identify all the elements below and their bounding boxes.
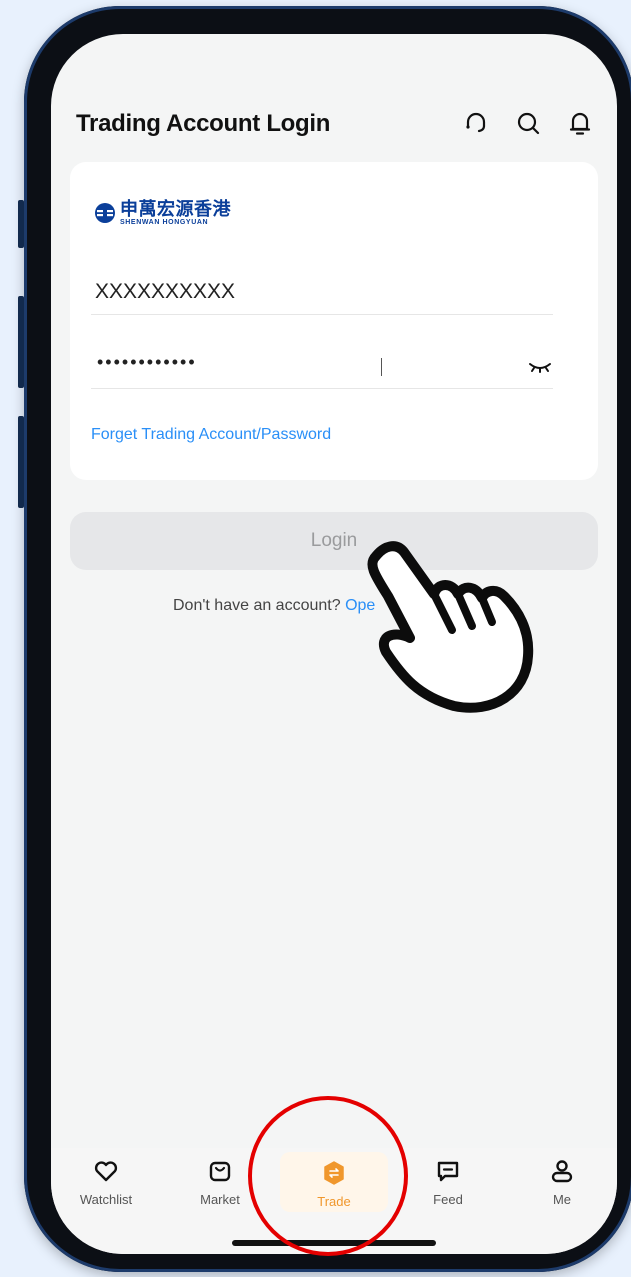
broker-name-en: SHENWAN HONGYUAN (120, 219, 209, 226)
pointing-hand-icon (367, 541, 534, 713)
tab-feed[interactable]: Feed (408, 1158, 488, 1214)
password-input[interactable]: •••••••••••• (97, 352, 197, 373)
login-card: 申萬宏源香港 SHENWAN HONGYUAN •••••••••••• For… (70, 162, 598, 480)
tab-label: Me (552, 1192, 572, 1207)
forgot-account-password-link[interactable]: Forget Trading Account/Password (91, 426, 331, 444)
highlight-circle (248, 1096, 408, 1256)
phone-side-button (18, 200, 24, 248)
tab-me[interactable]: Me (522, 1158, 602, 1214)
header: Trading Account Login (51, 106, 617, 146)
message-icon (437, 1161, 459, 1182)
eye-closed-icon[interactable] (527, 354, 553, 378)
password-field: •••••••••••• (91, 344, 553, 389)
search-icon[interactable] (513, 108, 543, 138)
bell-icon[interactable] (565, 108, 595, 138)
tab-label: Feed (433, 1192, 463, 1207)
text-caret (381, 358, 382, 376)
tab-label: Watchlist (79, 1192, 133, 1207)
signup-prompt-text: Don't have an account? (173, 597, 341, 614)
broker-logo: 申萬宏源香港 SHENWAN HONGYUAN (94, 200, 231, 226)
tab-watchlist[interactable]: Watchlist (66, 1158, 146, 1214)
heart-icon (94, 1161, 118, 1182)
broker-logo-icon (95, 203, 115, 223)
account-field (91, 270, 553, 315)
signup-prompt: Don't have an account? Ope (173, 597, 375, 615)
phone-side-button (18, 296, 24, 388)
page-title: Trading Account Login (76, 110, 331, 137)
broker-name-cn: 申萬宏源香港 (120, 199, 231, 219)
shopping-bag-icon (209, 1161, 231, 1182)
phone-side-button (18, 416, 24, 508)
headset-icon[interactable] (461, 108, 491, 138)
person-icon (551, 1160, 573, 1183)
app-screen: Trading Account Login 申萬宏源香港 SHENWAN HON… (51, 34, 617, 1254)
account-input[interactable] (95, 274, 515, 310)
tab-label: Market (200, 1192, 240, 1207)
